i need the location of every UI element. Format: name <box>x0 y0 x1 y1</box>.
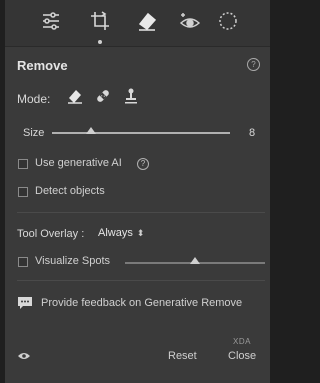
generative-ai-checkbox[interactable] <box>18 159 28 169</box>
close-button[interactable]: Close <box>228 350 256 362</box>
active-tool-indicator <box>98 40 102 44</box>
eye-icon[interactable] <box>17 351 31 361</box>
reset-button[interactable]: Reset <box>168 350 197 362</box>
eraser-mode-icon[interactable] <box>65 86 85 106</box>
help-icon[interactable]: ? <box>247 58 260 71</box>
panel-title: Remove <box>17 58 68 73</box>
clone-stamp-icon[interactable] <box>121 86 141 106</box>
tool-overlay-select[interactable]: Always ⬍ <box>98 227 144 239</box>
detect-objects-label: Detect objects <box>35 185 105 197</box>
info-icon[interactable]: ? <box>137 158 149 170</box>
xda-watermark: XDA <box>233 337 251 346</box>
tool-strip <box>5 0 270 47</box>
generative-ai-label: Use generative AI <box>35 157 122 169</box>
red-eye-icon[interactable] <box>178 9 202 33</box>
feedback-link[interactable]: Provide feedback on Generative Remove <box>17 292 267 314</box>
size-slider-thumb[interactable] <box>86 127 97 134</box>
divider <box>17 212 265 213</box>
visualize-spots-label: Visualize Spots <box>35 255 111 267</box>
visualize-spots-checkbox[interactable] <box>18 257 28 267</box>
divider <box>17 280 265 281</box>
updown-chevron-icon: ⬍ <box>136 228 145 238</box>
visualize-slider-thumb[interactable] <box>190 257 200 264</box>
size-label: Size <box>23 127 45 139</box>
feedback-chat-icon <box>18 297 32 309</box>
heal-bandage-icon[interactable] <box>93 86 113 106</box>
tool-overlay-label: Tool Overlay : <box>17 228 85 240</box>
detect-objects-checkbox[interactable] <box>18 187 28 197</box>
tool-overlay-value: Always <box>98 227 133 239</box>
size-slider-track[interactable] <box>52 132 230 134</box>
mode-label: Mode: <box>17 92 51 106</box>
crop-icon[interactable] <box>88 9 112 33</box>
masking-icon[interactable] <box>216 9 240 33</box>
feedback-text: Provide feedback on Generative Remove <box>41 297 243 309</box>
size-value: 8 <box>249 127 256 139</box>
edit-sliders-icon[interactable] <box>39 9 63 33</box>
remove-panel: Remove ? Mode: Size 8 Use generative AI … <box>5 0 270 383</box>
remove-eraser-icon[interactable] <box>135 9 159 33</box>
